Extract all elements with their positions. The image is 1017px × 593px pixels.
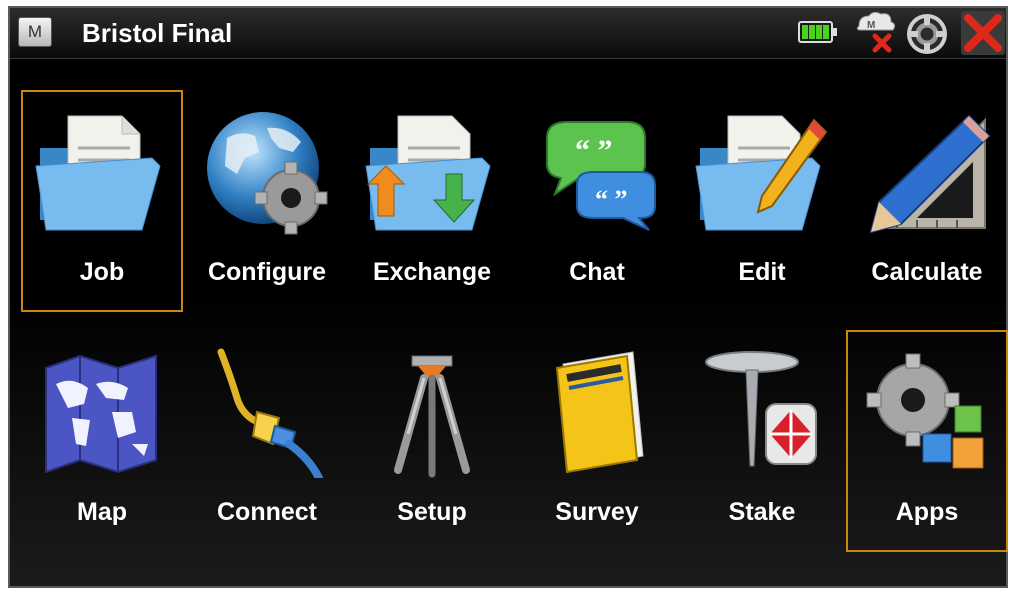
app-tile-calculate[interactable]: Calculate [846,90,1008,312]
battery-icon[interactable] [798,21,838,43]
svg-text:“ ”: “ ” [595,185,628,214]
menu-button[interactable]: M [18,17,52,47]
app-tile-apps[interactable]: Apps [846,330,1008,552]
app-label: Calculate [871,258,983,286]
app-tile-chat[interactable]: “ ” “ ” Chat [516,90,678,312]
svg-text:M: M [867,20,875,31]
device-screen: M Bristol Final M Job Configure Exchange… [8,6,1008,588]
survey-stake-icon [705,351,817,467]
app-tile-map[interactable]: Map [21,330,183,552]
close-icon[interactable] [960,10,1006,56]
app-tile-edit[interactable]: Edit [681,90,843,312]
app-label: Map [77,498,127,526]
app-tile-stake[interactable]: Stake [681,330,843,552]
page-title: Bristol Final [82,18,233,48]
job-folder-icon [35,115,161,231]
app-launcher-grid: Job Configure Exchange “ ” “ ” Chat Edit… [10,59,1008,586]
map-icon [45,354,157,474]
app-label: Connect [217,498,317,526]
app-tile-exchange[interactable]: Exchange [351,90,513,312]
app-label: Stake [728,498,796,526]
app-label: Edit [738,258,786,286]
title-bar: M Bristol Final M [10,8,1006,59]
instrument-disconnected-icon[interactable]: M [853,10,901,56]
app-tile-job[interactable]: Job [21,90,183,312]
edit-folder-pencil-icon [695,115,828,231]
svg-text:“ ”: “ ” [575,134,613,167]
sync-icon[interactable] [906,13,948,55]
app-tile-connect[interactable]: Connect [186,330,348,552]
app-label: Chat [569,258,625,286]
app-tile-survey[interactable]: Survey [516,330,678,552]
app-label: Survey [555,498,639,526]
app-label: Setup [397,498,467,526]
cable-icon [217,348,323,478]
apps-gear-blocks-icon [866,353,984,469]
globe-gear-icon [207,112,328,235]
app-label: Configure [207,258,327,286]
pencil-ruler-icon [869,114,991,234]
app-label: Apps [895,498,959,526]
app-tile-configure[interactable]: Configure [186,90,348,312]
exchange-folder-icon [365,115,491,231]
app-label: Exchange [372,258,492,286]
survey-notebook-icon [555,351,644,474]
tripod-icon [394,355,470,478]
chat-bubbles-icon: “ ” “ ” [546,121,656,231]
app-tile-setup[interactable]: Setup [351,330,513,552]
app-label: Job [79,258,125,286]
